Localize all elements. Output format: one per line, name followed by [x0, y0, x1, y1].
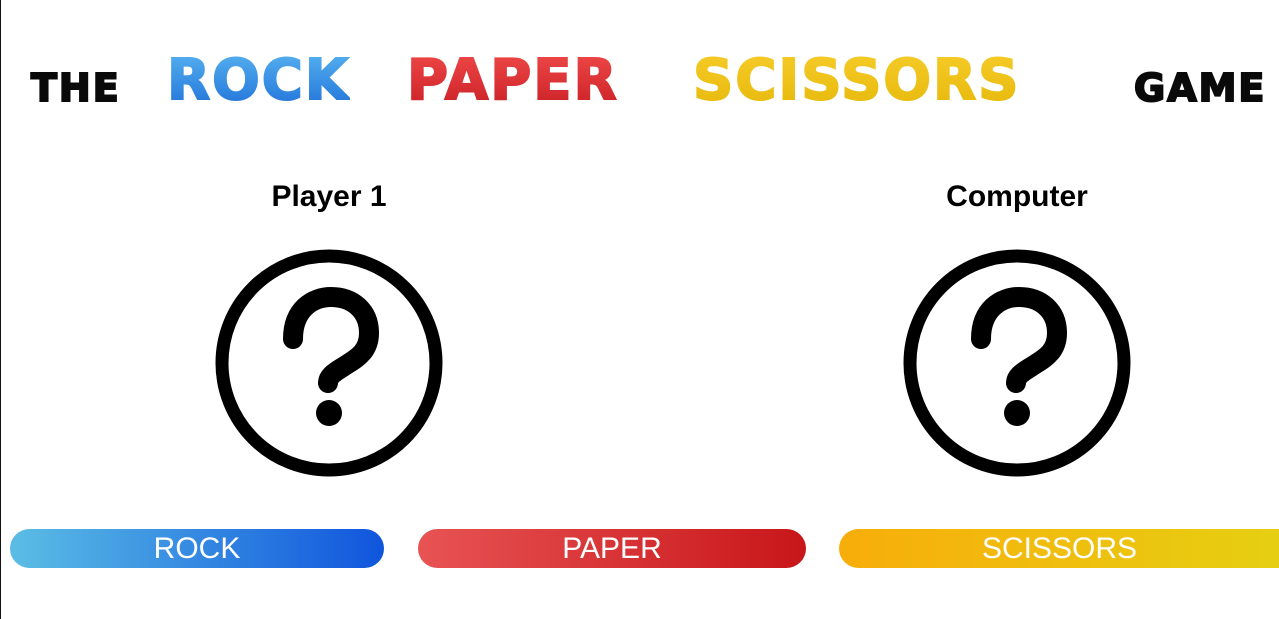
scissors-button[interactable]: SCISSORS — [839, 529, 1279, 568]
player1-label: Player 1 — [271, 180, 387, 213]
computer-question-icon — [903, 249, 1131, 477]
player1-question-icon — [215, 249, 443, 477]
title-word-rock: ROCK — [166, 47, 351, 114]
title-word-scissors: SCISSORS — [692, 47, 1021, 114]
title-word-game: GAME — [1133, 65, 1267, 111]
game-title: THE ROCK PAPER SCISSORS GAME — [1, 47, 1279, 118]
game-page: THE ROCK PAPER SCISSORS GAME Player 1 Co… — [0, 0, 1279, 619]
paper-button[interactable]: PAPER — [418, 529, 806, 568]
title-word-paper: PAPER — [406, 47, 619, 114]
computer-label: Computer — [946, 180, 1088, 213]
rock-button[interactable]: ROCK — [10, 529, 384, 568]
title-word-the: THE — [30, 65, 121, 111]
